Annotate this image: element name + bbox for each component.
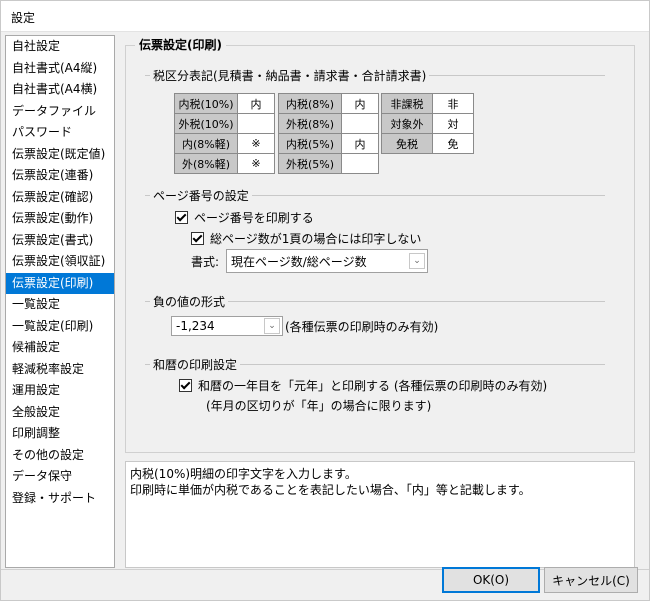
tax-value-input[interactable]: 免: [432, 133, 474, 154]
chevron-down-icon[interactable]: ⌄: [264, 318, 280, 334]
tax-value-input[interactable]: [341, 153, 379, 174]
era-first-year-checkbox[interactable]: [179, 379, 192, 392]
tax-label: 外税(5%): [278, 153, 342, 174]
tax-table-2: 内税(8%) 内外税(8%) 内税(5%) 内外税(5%): [278, 93, 379, 174]
tax-row: 外税(8%): [278, 113, 379, 134]
description-line: 印刷時に単価が内税であることを表記したい場合、「内」等と記載します。: [130, 483, 531, 497]
tax-row: 対象外対: [381, 113, 474, 134]
ok-button[interactable]: OK(O): [442, 567, 540, 593]
nav-item[interactable]: 伝票設定(印刷): [6, 272, 114, 294]
nav-item[interactable]: その他の設定: [6, 445, 114, 467]
description-box: 内税(10%)明細の印字文字を入力します。 印刷時に単価が内税であることを表記し…: [125, 461, 635, 568]
tax-value-input[interactable]: ※: [237, 133, 275, 154]
nav-item[interactable]: パスワード: [6, 122, 114, 144]
tax-row: 免税免: [381, 133, 474, 154]
negative-format-select[interactable]: -1,234 ⌄: [171, 316, 283, 336]
era-section-label: 和暦の印刷設定: [150, 356, 241, 373]
era-note: (年月の区切りが「年」の場合に限ります): [206, 399, 432, 413]
nav-item[interactable]: 伝票設定(確認): [6, 187, 114, 209]
tax-table-1: 内税(10%) 内外税(10%) 内(8%軽) ※ 外(8%軽) ※: [174, 93, 275, 174]
print-page-number-checkbox[interactable]: [175, 211, 188, 224]
nav-item[interactable]: 運用設定: [6, 380, 114, 402]
nav-item[interactable]: 一覧設定: [6, 294, 114, 316]
panel-title: 伝票設定(印刷): [135, 36, 226, 53]
tax-value-input[interactable]: ※: [237, 153, 275, 174]
nav-item[interactable]: 一覧設定(印刷): [6, 316, 114, 338]
tax-value-input[interactable]: 内: [341, 93, 379, 114]
tax-row: 外税(10%): [174, 113, 275, 134]
negative-format-value: -1,234: [176, 319, 215, 333]
nav-item[interactable]: 登録・サポート: [6, 488, 114, 510]
tax-row: 外(8%軽) ※: [174, 153, 275, 174]
tax-label: 内税(10%): [174, 93, 238, 114]
tax-value-input[interactable]: [341, 113, 379, 134]
nav-item[interactable]: 印刷調整: [6, 423, 114, 445]
tax-label: 外税(10%): [174, 113, 238, 134]
page-number-section-label: ページ番号の設定: [150, 187, 252, 204]
tax-value-input[interactable]: 非: [432, 93, 474, 114]
nav-item[interactable]: データ保守: [6, 466, 114, 488]
skip-single-page-option[interactable]: 総ページ数が1頁の場合には印字しない: [191, 230, 421, 247]
title-bar: 設定: [1, 1, 649, 32]
nav-item[interactable]: 伝票設定(領収証): [6, 251, 114, 273]
settings-window: 設定 自社設定 自社書式(A4縦) 自社書式(A4横) データファイル パスワード 伝票設…: [0, 0, 650, 601]
tax-row: 非課税非: [381, 93, 474, 114]
nav-item[interactable]: 自社書式(A4横): [6, 79, 114, 101]
tax-value-input[interactable]: 内: [341, 133, 379, 154]
tax-label: 外(8%軽): [174, 153, 238, 174]
tax-label: 外税(8%): [278, 113, 342, 134]
cancel-button[interactable]: キャンセル(C): [544, 567, 638, 593]
nav-item[interactable]: 伝票設定(書式): [6, 230, 114, 252]
tax-label: 免税: [381, 133, 433, 154]
nav-item[interactable]: データファイル: [6, 101, 114, 123]
tax-row: 外税(5%): [278, 153, 379, 174]
settings-nav-list[interactable]: 自社設定 自社書式(A4縦) 自社書式(A4横) データファイル パスワード 伝票設定(既…: [5, 35, 115, 568]
negative-section-label: 負の値の形式: [150, 293, 229, 310]
skip-single-page-checkbox[interactable]: [191, 232, 204, 245]
nav-item[interactable]: 自社書式(A4縦): [6, 58, 114, 80]
nav-item[interactable]: 候補設定: [6, 337, 114, 359]
tax-label: 内(8%軽): [174, 133, 238, 154]
nav-item[interactable]: 伝票設定(動作): [6, 208, 114, 230]
page-format-value: 現在ページ数/総ページ数: [231, 254, 367, 269]
era-first-year-label: 和暦の一年目を「元年」と印刷する (各種伝票の印刷時のみ有効): [198, 379, 548, 393]
window-title: 設定: [11, 11, 36, 25]
tax-value-input[interactable]: [237, 113, 275, 134]
tax-value-input[interactable]: 対: [432, 113, 474, 134]
negative-format-note: (各種伝票の印刷時のみ有効): [285, 320, 439, 334]
era-first-year-option[interactable]: 和暦の一年目を「元年」と印刷する (各種伝票の印刷時のみ有効): [179, 377, 547, 394]
tax-value-input[interactable]: 内: [237, 93, 275, 114]
nav-item[interactable]: 軽減税率設定: [6, 359, 114, 381]
tax-label: 内税(8%): [278, 93, 342, 114]
print-page-number-option[interactable]: ページ番号を印刷する: [175, 209, 314, 226]
nav-item[interactable]: 全般設定: [6, 402, 114, 424]
tax-row: 内税(5%) 内: [278, 133, 379, 154]
print-page-number-label: ページ番号を印刷する: [194, 211, 314, 225]
nav-item[interactable]: 自社設定: [6, 36, 114, 58]
chevron-down-icon[interactable]: ⌄: [409, 253, 425, 269]
page-format-select[interactable]: 現在ページ数/総ページ数 ⌄: [226, 249, 428, 273]
tax-section-label: 税区分表記(見積書・納品書・請求書・合計請求書): [150, 67, 430, 84]
nav-item[interactable]: 伝票設定(連番): [6, 165, 114, 187]
format-label: 書式:: [191, 255, 220, 269]
tax-row: 内(8%軽) ※: [174, 133, 275, 154]
tax-table-3: 非課税非対象外対免税免: [381, 93, 474, 154]
tax-row: 内税(10%) 内: [174, 93, 275, 114]
tax-label: 非課税: [381, 93, 433, 114]
nav-item[interactable]: 伝票設定(既定値): [6, 144, 114, 166]
skip-single-page-label: 総ページ数が1頁の場合には印字しない: [210, 232, 422, 246]
tax-label: 内税(5%): [278, 133, 342, 154]
tax-label: 対象外: [381, 113, 433, 134]
tax-row: 内税(8%) 内: [278, 93, 379, 114]
description-line: 内税(10%)明細の印字文字を入力します。: [130, 467, 357, 481]
